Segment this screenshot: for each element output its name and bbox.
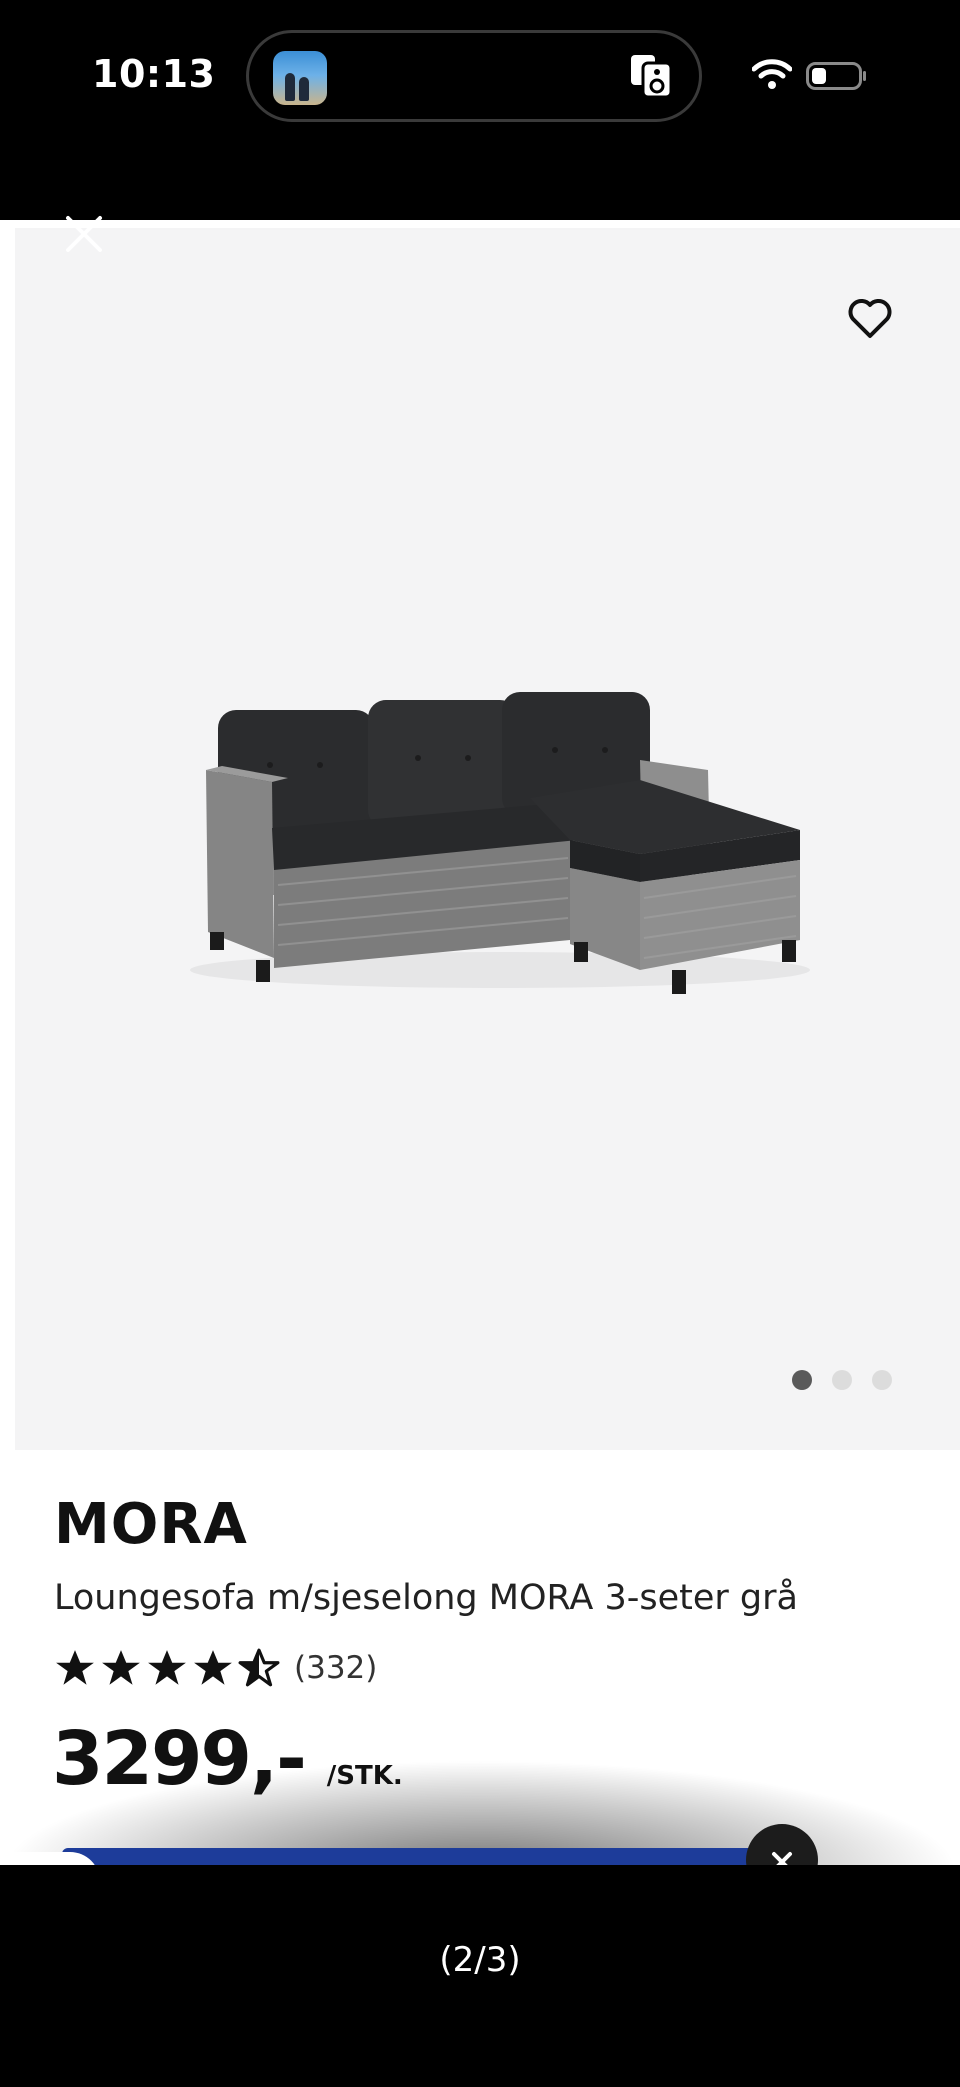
carousel-dot-3[interactable] — [872, 1370, 892, 1390]
half-star-icon — [238, 1648, 280, 1687]
product-brand: MORA — [54, 1492, 248, 1557]
status-time: 10:13 — [92, 52, 216, 96]
star-icon — [148, 1650, 186, 1685]
price-row: 3299,- /STK. — [52, 1716, 403, 1802]
price-unit: /STK. — [326, 1761, 403, 1791]
wifi-icon — [752, 59, 792, 89]
viewer-footer: (2/3) — [0, 1865, 960, 2087]
close-icon[interactable] — [62, 212, 106, 256]
carousel-dot-1[interactable] — [792, 1370, 812, 1390]
dynamic-island[interactable] — [246, 30, 702, 122]
status-bar: 10:13 — [0, 0, 960, 220]
promo-close-button[interactable] — [746, 1824, 818, 1865]
carousel-dot-2[interactable] — [832, 1370, 852, 1390]
product-rating[interactable]: (332) — [54, 1648, 377, 1688]
star-icon — [194, 1650, 232, 1685]
product-price: 3299,- — [52, 1716, 307, 1802]
heart-icon[interactable] — [846, 296, 894, 340]
sofa-product-image — [190, 692, 810, 994]
page-counter: (2/3) — [439, 1940, 521, 1980]
carousel-dots[interactable] — [792, 1370, 892, 1392]
speaker-icon — [631, 55, 673, 99]
promo-banner[interactable] — [62, 1848, 782, 1865]
star-icon — [102, 1650, 140, 1685]
photo-app-icon[interactable] — [273, 51, 327, 105]
close-icon — [772, 1852, 792, 1865]
rating-stars — [54, 1648, 280, 1688]
image-viewer: MORA Loungesofa m/sjeselong MORA 3-seter… — [0, 220, 960, 1865]
battery-icon — [806, 62, 866, 90]
review-count[interactable]: (332) — [294, 1650, 377, 1686]
product-info: MORA Loungesofa m/sjeselong MORA 3-seter… — [0, 1450, 960, 1865]
product-name[interactable]: Loungesofa m/sjeselong MORA 3-seter grå — [54, 1578, 798, 1618]
star-icon — [56, 1650, 94, 1685]
